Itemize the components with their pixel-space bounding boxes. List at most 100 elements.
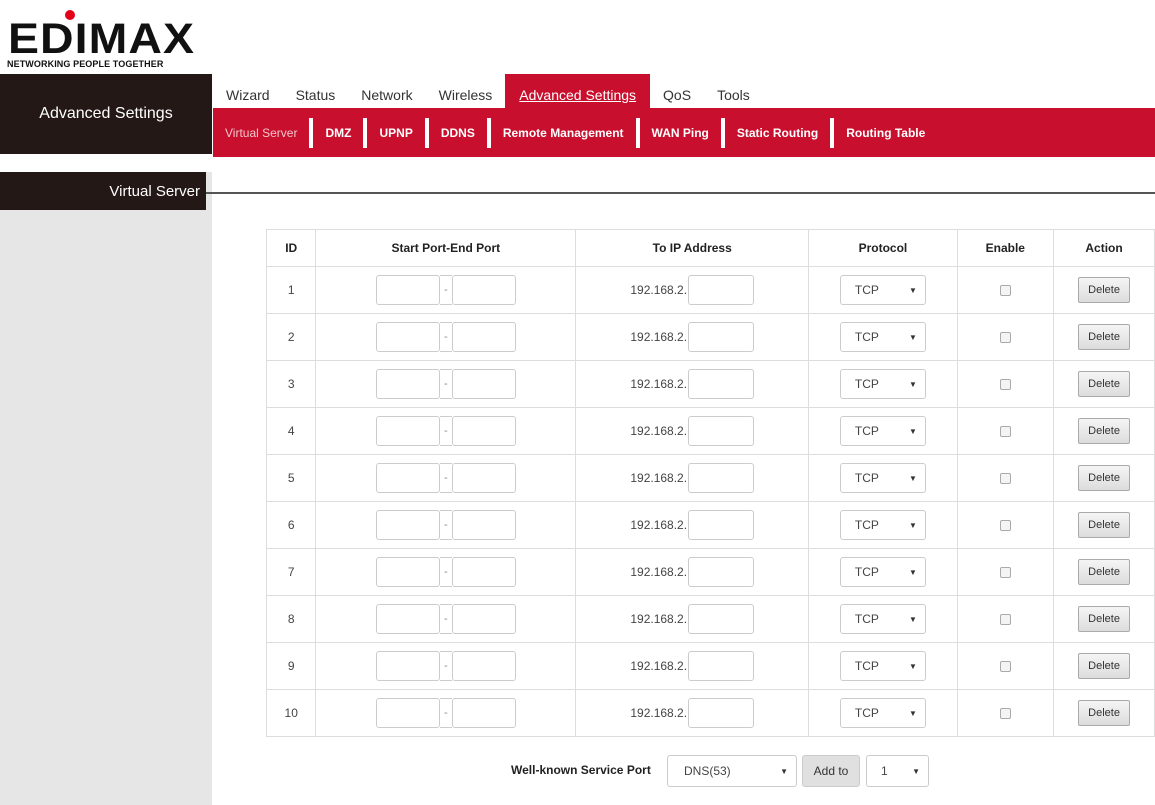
- end-port-input[interactable]: [451, 369, 516, 399]
- enable-checkbox[interactable]: [999, 332, 1011, 344]
- protocol-select[interactable]: TCP ▼: [839, 275, 926, 305]
- ip-address-cell: 192.168.2.: [575, 501, 810, 549]
- header-protocol: Protocol: [808, 229, 958, 267]
- enable-cell: [957, 313, 1055, 361]
- delete-button[interactable]: Delete: [1078, 512, 1131, 538]
- enable-checkbox[interactable]: [999, 614, 1011, 626]
- port-range-cell: -: [315, 595, 577, 643]
- tab-wireless[interactable]: Wireless: [426, 74, 506, 108]
- delete-button[interactable]: Delete: [1078, 418, 1131, 444]
- subnav-static-routing[interactable]: Static Routing: [720, 118, 830, 148]
- tab-network[interactable]: Network: [348, 74, 425, 108]
- protocol-select[interactable]: TCP ▼: [839, 369, 926, 399]
- chevron-down-icon: ▼: [908, 473, 917, 483]
- start-port-input[interactable]: [375, 275, 440, 305]
- end-port-input[interactable]: [451, 463, 516, 493]
- ip-last-octet-input[interactable]: [688, 651, 755, 681]
- end-port-input[interactable]: [451, 651, 516, 681]
- start-port-input[interactable]: [375, 604, 440, 634]
- row-id: 4: [265, 407, 317, 455]
- ip-last-octet-input[interactable]: [688, 698, 755, 728]
- end-port-input[interactable]: [451, 698, 516, 728]
- add-to-button[interactable]: Add to: [802, 755, 860, 787]
- tab-qos[interactable]: QoS: [650, 74, 704, 108]
- end-port-input[interactable]: [451, 557, 516, 587]
- subnav-upnp[interactable]: UPNP: [363, 118, 424, 148]
- start-port-input[interactable]: [375, 651, 440, 681]
- tab-tools[interactable]: Tools: [704, 74, 763, 108]
- subnav-routing-table[interactable]: Routing Table: [830, 118, 937, 148]
- subnav-virtual-server[interactable]: Virtual Server: [219, 118, 309, 148]
- start-port-input[interactable]: [375, 416, 440, 446]
- protocol-select[interactable]: TCP ▼: [839, 322, 926, 352]
- protocol-select[interactable]: TCP ▼: [839, 416, 926, 446]
- port-separator: -: [439, 698, 452, 728]
- enable-checkbox[interactable]: [999, 379, 1011, 391]
- end-port-input[interactable]: [451, 275, 516, 305]
- enable-cell: [957, 360, 1055, 408]
- protocol-select[interactable]: TCP ▼: [839, 557, 926, 587]
- start-port-input[interactable]: [375, 322, 440, 352]
- start-port-input[interactable]: [375, 698, 440, 728]
- sidebar-item-virtual-server[interactable]: Virtual Server: [0, 172, 206, 210]
- ip-last-octet-input[interactable]: [688, 604, 755, 634]
- protocol-select[interactable]: TCP ▼: [839, 510, 926, 540]
- subnav-wan-ping[interactable]: WAN Ping: [635, 118, 721, 148]
- port-range-cell: -: [315, 360, 577, 408]
- delete-button[interactable]: Delete: [1078, 559, 1131, 585]
- end-port-input[interactable]: [451, 510, 516, 540]
- ip-prefix: 192.168.2.: [630, 283, 688, 297]
- start-port-input[interactable]: [375, 369, 440, 399]
- protocol-value: TCP: [854, 659, 879, 673]
- delete-button[interactable]: Delete: [1078, 277, 1131, 303]
- well-known-service-select[interactable]: DNS(53) ▼: [667, 755, 797, 787]
- enable-checkbox[interactable]: [999, 285, 1011, 297]
- delete-button[interactable]: Delete: [1078, 606, 1131, 632]
- enable-checkbox[interactable]: [999, 708, 1011, 720]
- start-port-input[interactable]: [375, 463, 440, 493]
- ip-last-octet-input[interactable]: [688, 369, 755, 399]
- end-port-input[interactable]: [451, 416, 516, 446]
- subnav-dmz[interactable]: DMZ: [309, 118, 363, 148]
- enable-checkbox[interactable]: [999, 567, 1011, 579]
- protocol-select[interactable]: TCP ▼: [839, 463, 926, 493]
- ip-last-octet-input[interactable]: [688, 322, 755, 352]
- delete-button[interactable]: Delete: [1078, 465, 1131, 491]
- chevron-down-icon: ▼: [912, 766, 920, 776]
- tab-status[interactable]: Status: [283, 74, 349, 108]
- subnav-remote-management[interactable]: Remote Management: [486, 118, 636, 148]
- ip-last-octet-input[interactable]: [688, 463, 755, 493]
- port-range-cell: -: [315, 642, 577, 690]
- ip-address-cell: 192.168.2.: [575, 266, 810, 314]
- protocol-select[interactable]: TCP ▼: [839, 698, 926, 728]
- tab-wizard[interactable]: Wizard: [213, 74, 283, 108]
- sidebar-header: Advanced Settings: [0, 74, 212, 154]
- tab-advanced-settings[interactable]: Advanced Settings: [505, 74, 651, 108]
- delete-button[interactable]: Delete: [1078, 700, 1131, 726]
- delete-button[interactable]: Delete: [1078, 371, 1131, 397]
- target-row-select[interactable]: 1 ▼: [866, 755, 929, 787]
- ip-last-octet-input[interactable]: [688, 557, 755, 587]
- end-port-input[interactable]: [451, 322, 516, 352]
- ip-last-octet-input[interactable]: [688, 416, 755, 446]
- row-id: 3: [265, 360, 317, 408]
- protocol-select[interactable]: TCP ▼: [839, 651, 926, 681]
- enable-checkbox[interactable]: [999, 426, 1011, 438]
- enable-checkbox[interactable]: [999, 661, 1011, 673]
- end-port-input[interactable]: [451, 604, 516, 634]
- action-cell: Delete: [1053, 407, 1155, 455]
- ip-last-octet-input[interactable]: [688, 275, 755, 305]
- ip-prefix: 192.168.2.: [630, 424, 688, 438]
- chevron-down-icon: ▼: [908, 614, 917, 624]
- delete-button[interactable]: Delete: [1078, 653, 1131, 679]
- protocol-select[interactable]: TCP ▼: [839, 604, 926, 634]
- subnav-ddns[interactable]: DDNS: [424, 118, 487, 148]
- delete-button[interactable]: Delete: [1078, 324, 1131, 350]
- enable-cell: [957, 689, 1055, 737]
- enable-checkbox[interactable]: [999, 520, 1011, 532]
- ip-last-octet-input[interactable]: [688, 510, 755, 540]
- protocol-cell: TCP ▼: [808, 642, 958, 690]
- enable-checkbox[interactable]: [999, 473, 1011, 485]
- start-port-input[interactable]: [375, 510, 440, 540]
- start-port-input[interactable]: [375, 557, 440, 587]
